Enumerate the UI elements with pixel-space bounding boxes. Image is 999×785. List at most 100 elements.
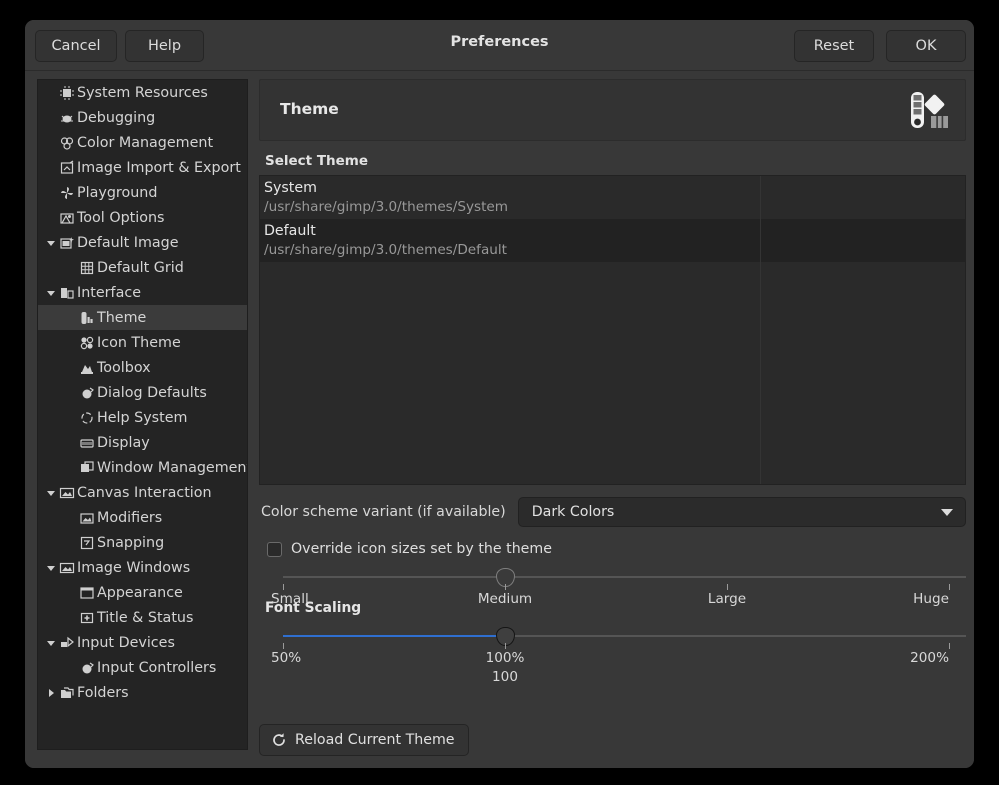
sidebar-item-label: Debugging: [77, 110, 155, 126]
sidebar-item-modifiers[interactable]: Modifiers: [38, 505, 247, 530]
input-devices-icon: [58, 635, 76, 651]
chevron-right-icon[interactable]: [44, 688, 58, 698]
modifiers-icon: [78, 510, 96, 526]
reset-button[interactable]: Reset: [794, 30, 874, 62]
theme-list-row[interactable]: Default/usr/share/gimp/3.0/themes/Defaul…: [260, 219, 965, 262]
theme-list[interactable]: System/usr/share/gimp/3.0/themes/SystemD…: [259, 175, 966, 485]
font-scaling-tick-label: 200%: [910, 650, 949, 666]
font-scaling-tick-label: 100%: [486, 650, 525, 666]
bug-icon: [58, 110, 76, 126]
icon-size-tick-label: Medium: [478, 591, 532, 607]
appearance-icon: [78, 585, 96, 601]
override-icon-sizes-checkbox[interactable]: Override icon sizes set by the theme: [267, 541, 966, 557]
checkbox-box: [267, 542, 282, 557]
icon-size-slider-track: [283, 576, 966, 578]
chevron-down-icon[interactable]: [44, 238, 58, 248]
sidebar-item-toolbox[interactable]: Toolbox: [38, 355, 247, 380]
sidebar-item-color-management[interactable]: Color Management: [38, 130, 247, 155]
font-scaling-tick: [505, 643, 506, 649]
default-image-icon: [58, 235, 76, 251]
chevron-down-icon[interactable]: [44, 563, 58, 573]
sidebar-item-theme[interactable]: Theme: [38, 305, 247, 330]
dialog-defaults-icon: [78, 385, 96, 401]
icon-theme-icon: [78, 335, 96, 351]
cancel-button[interactable]: Cancel: [35, 30, 117, 62]
chevron-down-icon[interactable]: [44, 288, 58, 298]
sidebar-item-canvas-interaction[interactable]: Canvas Interaction: [38, 480, 247, 505]
reload-current-theme-button[interactable]: Reload Current Theme: [259, 724, 469, 756]
sidebar-item-input-controllers[interactable]: Input Controllers: [38, 655, 247, 680]
font-scaling-label: Font Scaling: [265, 600, 966, 616]
refresh-icon: [271, 732, 287, 748]
sidebar-item-label: Folders: [77, 685, 129, 701]
sidebar-item-default-image[interactable]: Default Image: [38, 230, 247, 255]
palette-swatch-icon: [907, 90, 951, 132]
icon-size-slider[interactable]: SmallMediumLargeHuge: [259, 570, 966, 584]
ok-button[interactable]: OK: [886, 30, 966, 62]
sidebar-item-debugging[interactable]: Debugging: [38, 105, 247, 130]
chevron-down-icon[interactable]: [44, 638, 58, 648]
sidebar-item-icon-theme[interactable]: Icon Theme: [38, 330, 247, 355]
font-scaling-slider[interactable]: 50%100%200%100: [259, 629, 966, 643]
icon-size-tick: [283, 584, 284, 590]
font-scaling-tick: [283, 643, 284, 649]
sidebar-item-label: Image Import & Export: [77, 160, 241, 176]
reload-current-theme-label: Reload Current Theme: [295, 732, 455, 748]
sidebar-item-label: Display: [97, 435, 150, 451]
title-status-icon: [78, 610, 96, 626]
sidebar-item-label: Interface: [77, 285, 141, 301]
color-scheme-variant-value: Dark Colors: [532, 504, 615, 520]
sidebar-item-window-management[interactable]: Window Management: [38, 455, 247, 480]
sidebar-item-interface[interactable]: Interface: [38, 280, 247, 305]
color-scheme-variant-row: Color scheme variant (if available) Dark…: [259, 497, 966, 527]
sidebar-item-title-status[interactable]: Title & Status: [38, 605, 247, 630]
sidebar-item-label: Color Management: [77, 135, 213, 151]
sidebar-item-label: Icon Theme: [97, 335, 181, 351]
color-wheel-icon: [58, 135, 76, 151]
select-theme-label: Select Theme: [265, 153, 966, 169]
sidebar-item-label: Snapping: [97, 535, 164, 551]
snapping-icon: [78, 535, 96, 551]
color-scheme-variant-select[interactable]: Dark Colors: [518, 497, 966, 527]
color-scheme-variant-label: Color scheme variant (if available): [261, 504, 506, 520]
font-scaling-tick: [949, 643, 950, 649]
sidebar-item-tool-options[interactable]: Tool Options: [38, 205, 247, 230]
help-button[interactable]: Help: [125, 30, 204, 62]
page-header: Theme: [259, 79, 966, 141]
display-icon: [78, 435, 96, 451]
icon-size-tick-label: Huge: [913, 591, 949, 607]
theme-list-row[interactable]: System/usr/share/gimp/3.0/themes/System: [260, 176, 965, 219]
sidebar-item-system-resources[interactable]: System Resources: [38, 80, 247, 105]
theme-name: Default: [264, 222, 965, 241]
interface-icon: [58, 285, 76, 301]
sidebar-item-folders[interactable]: Folders: [38, 680, 247, 705]
sidebar-item-label: Input Controllers: [97, 660, 216, 676]
folders-icon: [58, 685, 76, 701]
preferences-main-pane: Theme: [259, 79, 966, 760]
sidebar-item-help-system[interactable]: Help System: [38, 405, 247, 430]
sidebar-item-image-windows[interactable]: Image Windows: [38, 555, 247, 580]
sidebar-item-snapping[interactable]: Snapping: [38, 530, 247, 555]
sidebar-item-appearance[interactable]: Appearance: [38, 580, 247, 605]
sidebar-item-label: Playground: [77, 185, 157, 201]
sidebar-item-dialog-defaults[interactable]: Dialog Defaults: [38, 380, 247, 405]
preferences-window: Cancel Help Preferences Reset OK System …: [25, 20, 974, 768]
sidebar-item-label: Help System: [97, 410, 187, 426]
pinwheel-icon: [58, 185, 76, 201]
sidebar-item-default-grid[interactable]: Default Grid: [38, 255, 247, 280]
sidebar-item-label: Dialog Defaults: [97, 385, 207, 401]
preferences-sidebar[interactable]: System Resources Debugging Color Managemen…: [37, 79, 248, 750]
sidebar-item-input-devices[interactable]: Input Devices: [38, 630, 247, 655]
sidebar-item-image-import-export[interactable]: Image Import & Export: [38, 155, 247, 180]
icon-size-tick: [727, 584, 728, 590]
sidebar-item-playground[interactable]: Playground: [38, 180, 247, 205]
canvas-icon: [58, 485, 76, 501]
image-windows-icon: [58, 560, 76, 576]
sidebar-item-label: Appearance: [97, 585, 183, 601]
sidebar-item-label: Default Grid: [97, 260, 184, 276]
dialog-body: System Resources Debugging Color Managemen…: [25, 71, 974, 768]
chevron-down-icon[interactable]: [44, 488, 58, 498]
sidebar-item-display[interactable]: Display: [38, 430, 247, 455]
sidebar-item-label: System Resources: [77, 85, 208, 101]
theme-name: System: [264, 179, 965, 198]
